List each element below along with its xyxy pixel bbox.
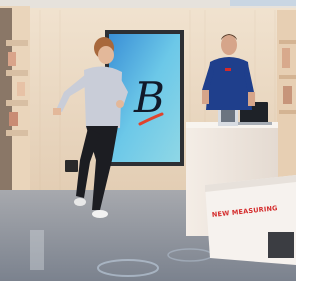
left-shelves — [0, 6, 30, 206]
right-shelves — [277, 10, 296, 180]
ceiling-light — [230, 0, 296, 6]
store-photo: B NEW MEASURING — [0, 0, 296, 281]
wall-outlet — [65, 160, 78, 172]
